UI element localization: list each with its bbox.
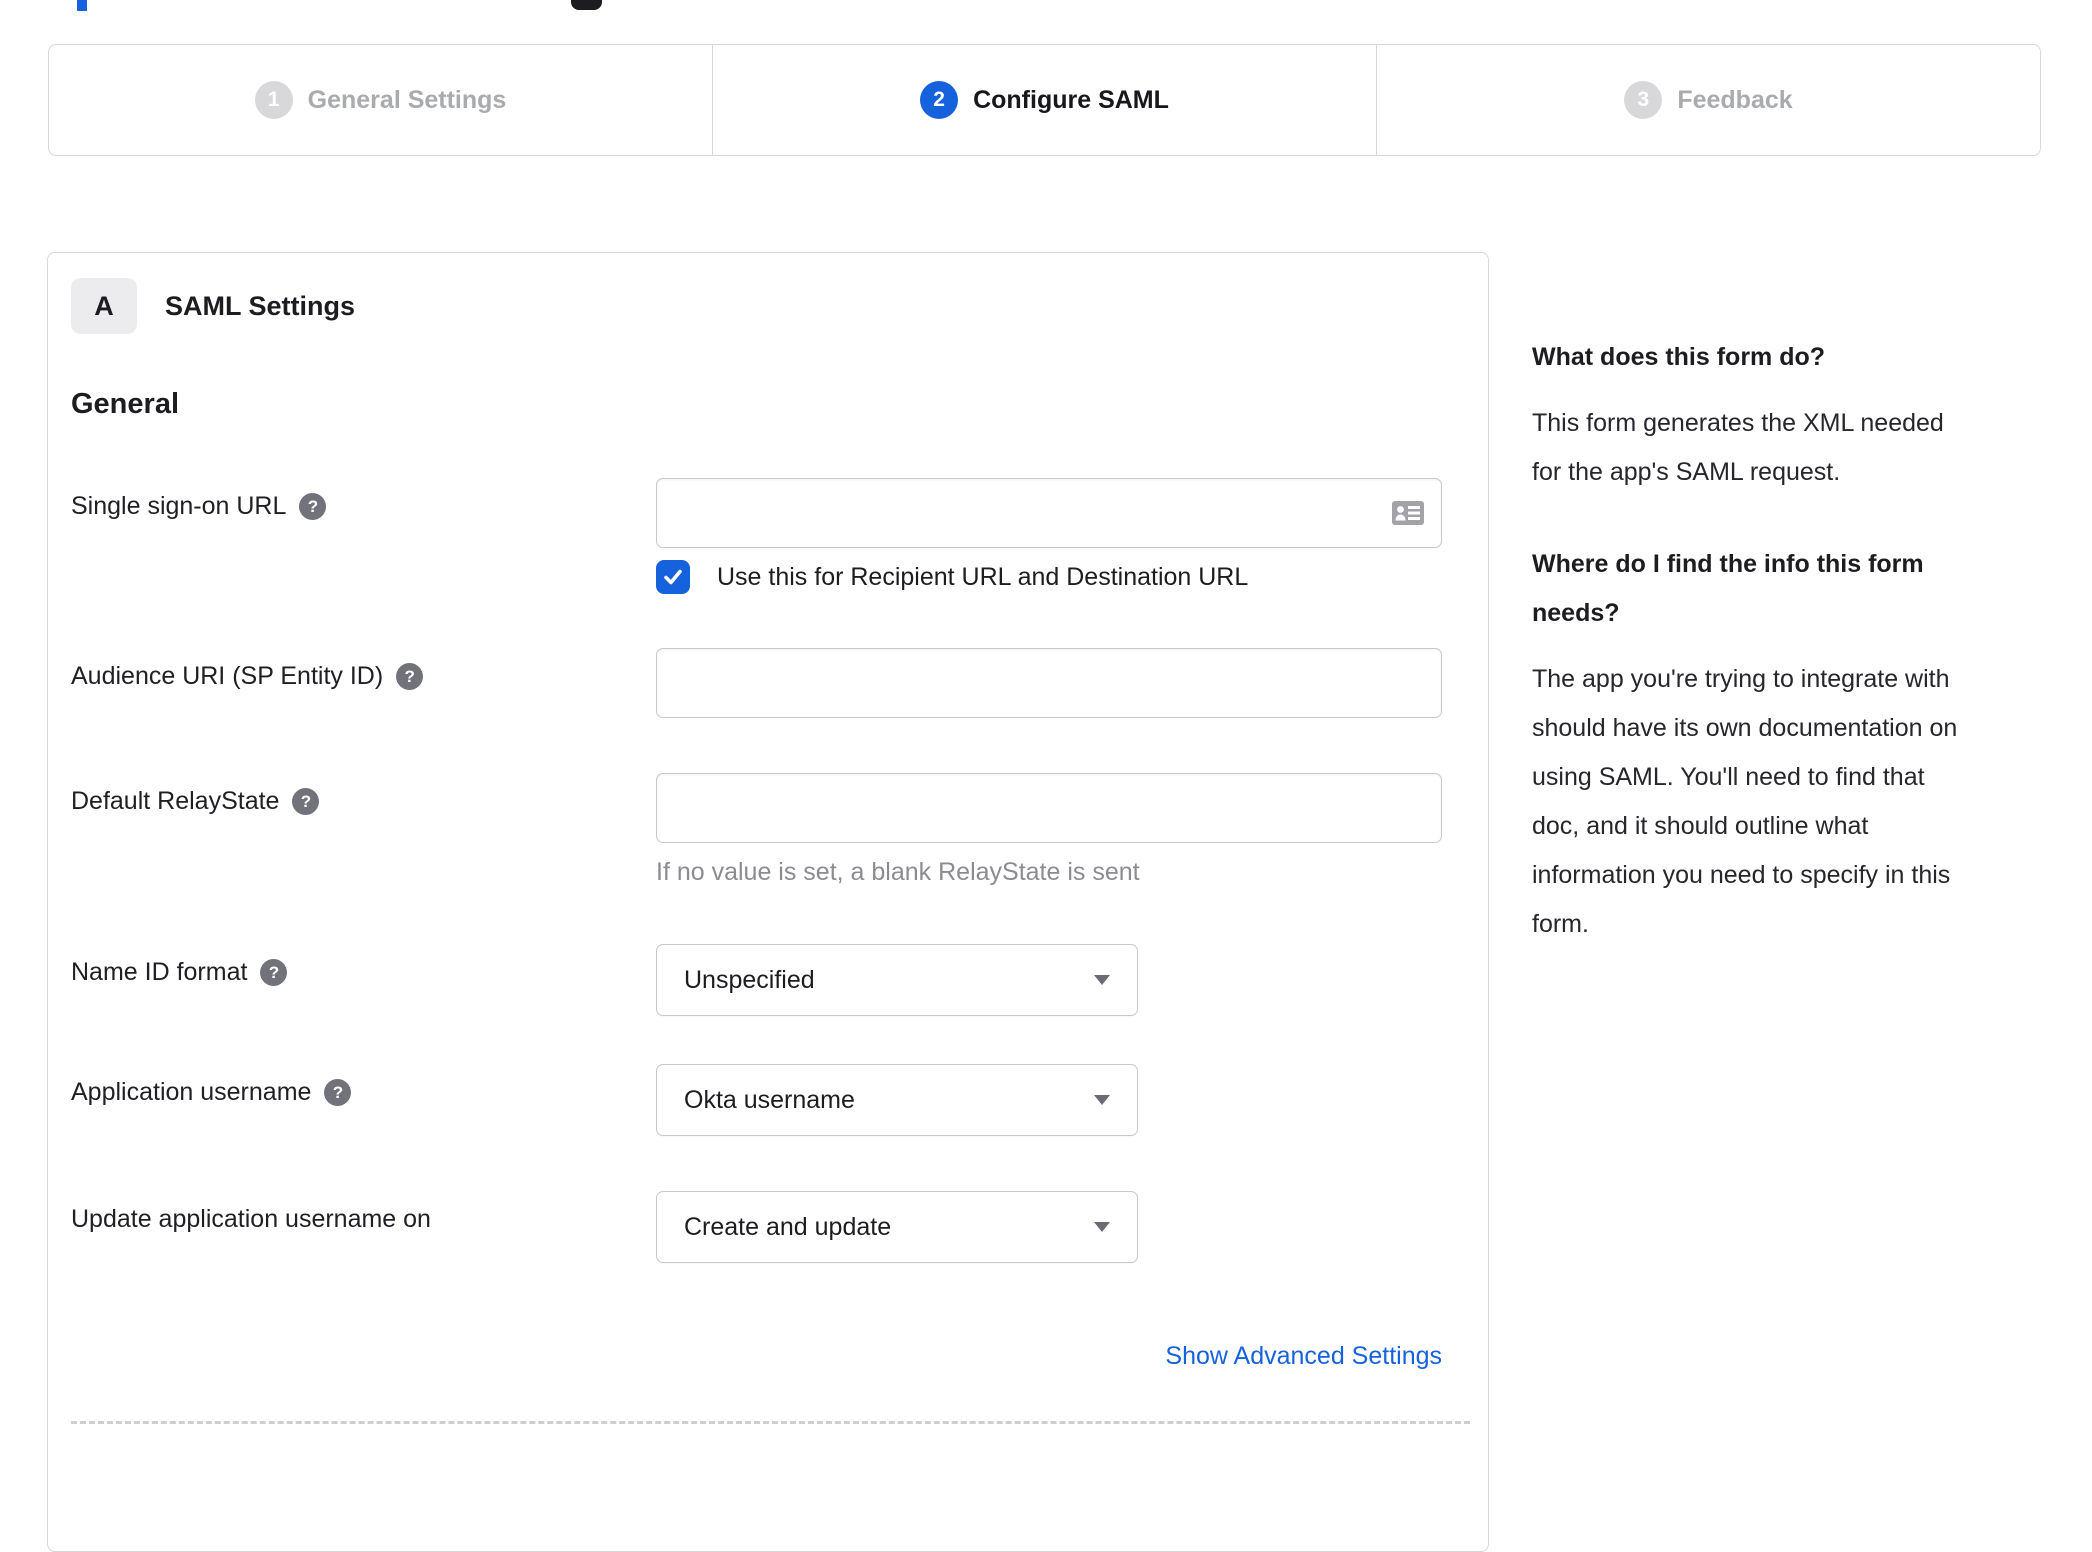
- show-advanced-settings-link[interactable]: Show Advanced Settings: [1165, 1342, 1442, 1370]
- sidebar-section: Where do I find the info this form needs…: [1532, 540, 2037, 949]
- form-row-default-relaystate: Default RelayState ? If no value is set,…: [71, 773, 1468, 887]
- name-id-format-select[interactable]: Unspecified: [656, 944, 1138, 1016]
- relaystate-helper-text: If no value is set, a blank RelayState i…: [656, 858, 1140, 886]
- step-label: Configure SAML: [973, 85, 1169, 114]
- field-label: Default RelayState: [71, 787, 280, 815]
- step-number-badge: 2: [920, 81, 959, 119]
- sidebar-section: What does this form do? This form genera…: [1532, 333, 2037, 497]
- recipient-url-checkbox[interactable]: [656, 560, 690, 594]
- dropdown-arrow-icon: [1094, 975, 1110, 985]
- sidebar-body-text: The app you're trying to integrate with …: [1532, 665, 1958, 938]
- help-icon[interactable]: ?: [292, 788, 320, 815]
- selected-value: Okta username: [684, 1085, 855, 1114]
- audience-uri-input[interactable]: [656, 648, 1442, 718]
- update-app-username-select[interactable]: Create and update: [656, 1191, 1138, 1263]
- step-configure-saml[interactable]: 2 Configure SAML: [712, 45, 1376, 155]
- field-label: Update application username on: [71, 1205, 431, 1233]
- section-divider: [71, 1421, 1470, 1424]
- recipient-url-checkbox-row: Use this for Recipient URL and Destinati…: [656, 560, 1442, 594]
- step-feedback[interactable]: 3 Feedback: [1376, 45, 2040, 155]
- field-label: Name ID format: [71, 958, 248, 986]
- selected-value: Create and update: [684, 1212, 892, 1241]
- help-sidebar: What does this form do? This form genera…: [1532, 333, 2037, 992]
- general-section-heading: General: [71, 388, 179, 420]
- form-row-application-username: Application username ? Okta username: [71, 1064, 1468, 1136]
- saml-settings-panel: A SAML Settings General Single sign-on U…: [47, 252, 1489, 1552]
- sidebar-heading: Where do I find the info this form needs…: [1532, 550, 1924, 627]
- help-icon[interactable]: ?: [396, 663, 424, 690]
- wizard-stepper: 1 General Settings 2 Configure SAML 3 Fe…: [48, 44, 2041, 156]
- field-label: Audience URI (SP Entity ID): [71, 662, 384, 690]
- panel-header: A SAML Settings: [71, 278, 1468, 334]
- panel-title: SAML Settings: [165, 290, 356, 321]
- checkbox-label: Use this for Recipient URL and Destinati…: [717, 562, 1249, 591]
- form-row-single-sign-on-url: Single sign-on URL ? Use this for Recipi…: [71, 478, 1468, 594]
- step-label: Feedback: [1677, 85, 1793, 114]
- dropdown-arrow-icon: [1094, 1095, 1110, 1105]
- step-number-badge: 3: [1624, 81, 1663, 119]
- form-row-name-id-format: Name ID format ? Unspecified: [71, 944, 1468, 1016]
- default-relaystate-input[interactable]: [656, 773, 1442, 843]
- sidebar-body-text: This form generates the XML needed for t…: [1532, 409, 1944, 486]
- help-icon[interactable]: ?: [260, 959, 288, 986]
- cut-off-tab-indicator: [77, 0, 87, 11]
- contact-card-icon: [1392, 501, 1424, 525]
- selected-value: Unspecified: [684, 965, 815, 994]
- form-row-audience-uri: Audience URI (SP Entity ID) ?: [71, 648, 1468, 718]
- field-label: Single sign-on URL: [71, 492, 287, 520]
- dropdown-arrow-icon: [1094, 1222, 1110, 1232]
- step-number-badge: 1: [254, 81, 293, 119]
- sidebar-heading: What does this form do?: [1532, 343, 1826, 371]
- step-label: General Settings: [307, 85, 507, 114]
- single-sign-on-url-input[interactable]: [656, 478, 1442, 548]
- application-username-select[interactable]: Okta username: [656, 1064, 1138, 1136]
- cut-off-logo-fragment-icon: [571, 0, 602, 10]
- field-label: Application username: [71, 1078, 312, 1106]
- advanced-settings-row: Show Advanced Settings: [71, 1342, 1442, 1374]
- form-row-update-application-username: Update application username on Create an…: [71, 1191, 1468, 1263]
- step-general-settings[interactable]: 1 General Settings: [49, 45, 712, 155]
- section-a-badge: A: [71, 278, 137, 334]
- help-icon[interactable]: ?: [324, 1079, 352, 1106]
- checkmark-icon: [664, 569, 682, 585]
- help-icon[interactable]: ?: [299, 493, 327, 520]
